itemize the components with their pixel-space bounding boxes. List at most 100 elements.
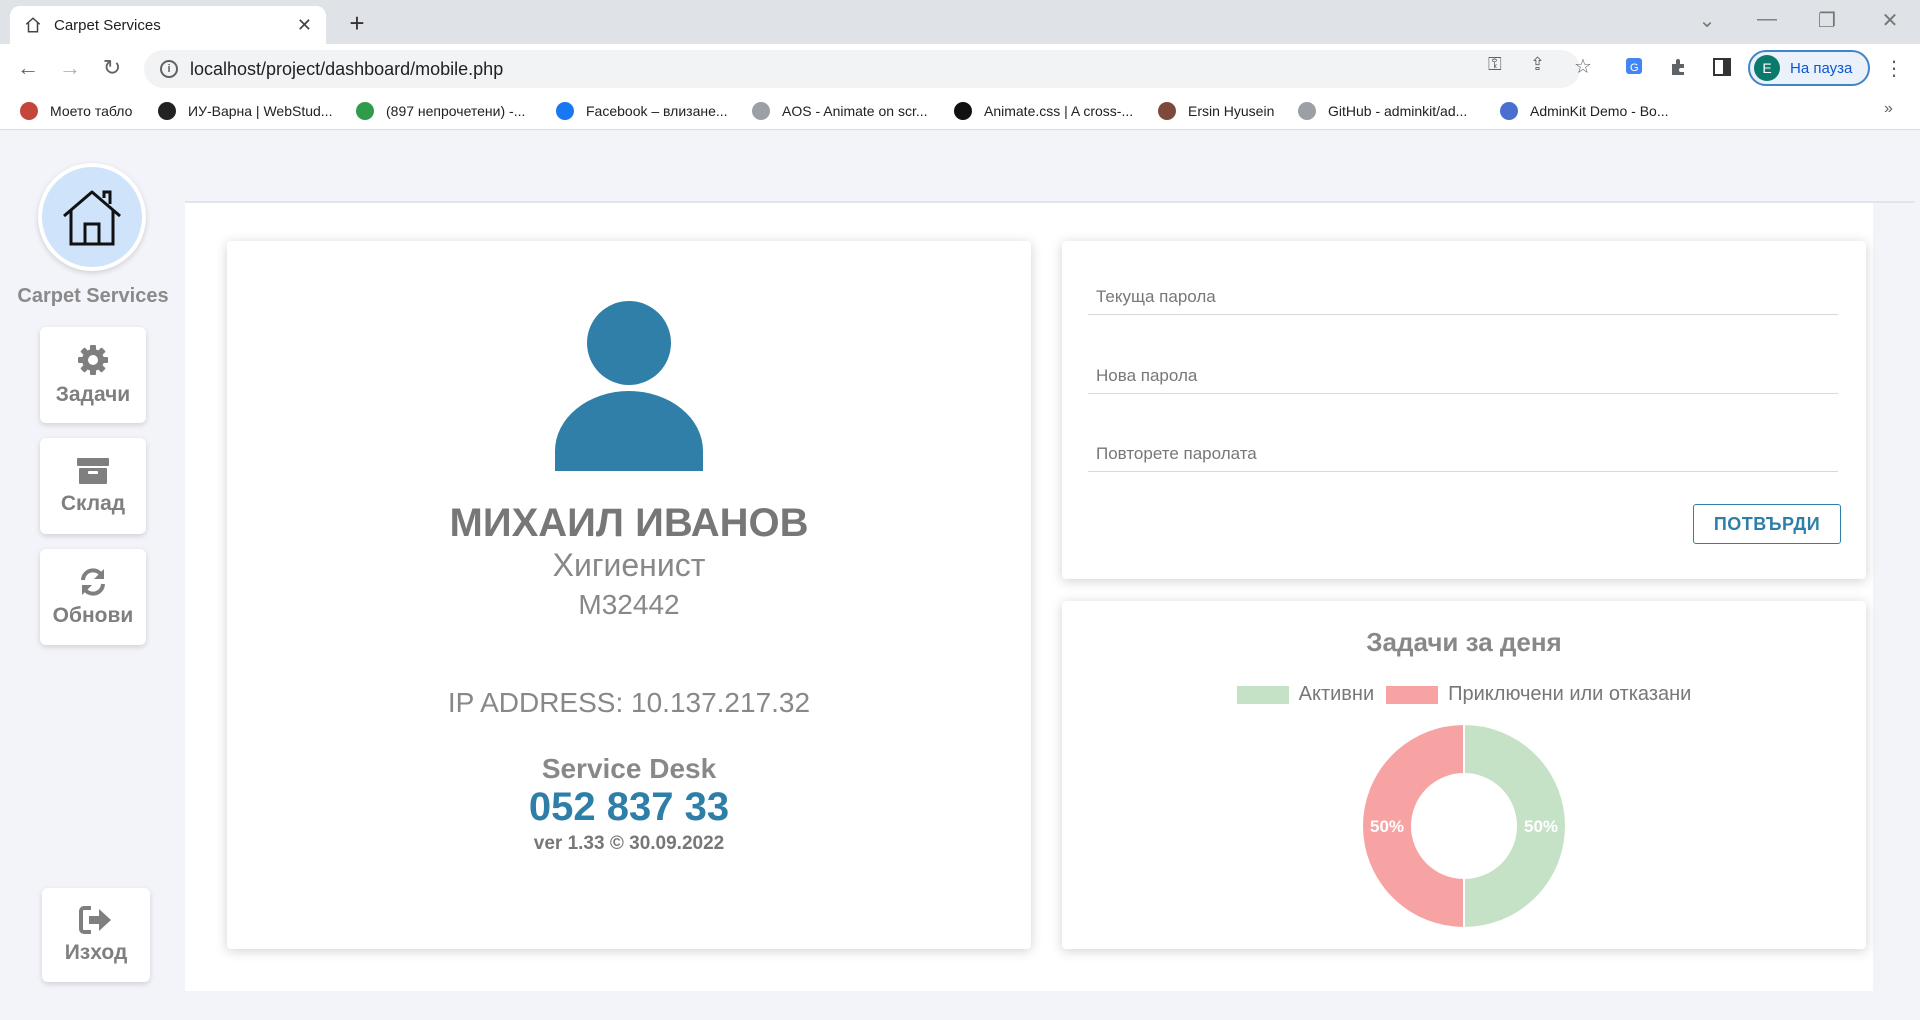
bookmark-item[interactable]: AdminKit Demo - Bo... — [1500, 100, 1669, 122]
password-change-card: ПОТВЪРДИ — [1062, 241, 1866, 579]
bookmark-label: Ersin Hyusein — [1188, 103, 1275, 119]
tab-search-icon[interactable]: ⌄ — [1692, 8, 1722, 33]
share-icon[interactable]: ⇪ — [1530, 54, 1545, 75]
tab-title: Carpet Services — [54, 16, 161, 34]
bookmark-item[interactable]: GitHub - adminkit/ad... — [1298, 100, 1467, 122]
sidebar-item-label: Задачи — [55, 383, 131, 406]
reload-icon[interactable]: ↻ — [98, 54, 126, 82]
forward-icon[interactable]: → — [56, 54, 84, 82]
bookmark-label: ИУ-Варна | WebStud... — [188, 103, 333, 119]
bookmark-icon — [556, 102, 574, 120]
logout-button[interactable]: Изход — [42, 888, 150, 982]
bookmark-icon — [1298, 102, 1316, 120]
gear-icon — [78, 345, 108, 375]
back-icon[interactable]: ← — [14, 54, 42, 82]
sidebar: Carpet Services Задачи Склад Обнови Изхо… — [0, 131, 186, 1020]
house-icon — [63, 190, 121, 246]
bookmark-label: (897 непрочетени) -... — [386, 103, 526, 119]
info-icon[interactable]: i — [160, 60, 178, 78]
version-text: ver 1.33 © 30.09.2022 — [533, 833, 725, 854]
menu-icon[interactable]: ⋮ — [1884, 56, 1904, 81]
home-logo[interactable] — [38, 163, 146, 271]
svg-text:G: G — [1630, 62, 1639, 74]
bookmark-item[interactable]: AOS - Animate on scr... — [752, 100, 928, 122]
donut-chart: 50% 50% — [1361, 722, 1567, 930]
sidebar-item-refresh[interactable]: Обнови — [40, 549, 146, 645]
bookmark-icon — [752, 102, 770, 120]
slice-label: 50% — [1370, 817, 1404, 836]
star-icon[interactable]: ☆ — [1574, 54, 1592, 79]
current-password-input[interactable] — [1088, 265, 1838, 314]
bookmark-label: Facebook – влизане... — [586, 103, 728, 119]
close-icon[interactable]: ✕ — [297, 15, 312, 36]
bookmark-icon — [356, 102, 374, 120]
slice-label: 50% — [1524, 817, 1558, 836]
bookmark-item[interactable]: Animate.css | A cross-... — [954, 100, 1133, 122]
repeat-password-field — [1088, 422, 1838, 472]
bookmark-icon — [1158, 102, 1176, 120]
bookmark-icon — [158, 102, 176, 120]
key-icon[interactable]: ⚿ — [1488, 54, 1502, 75]
bookmark-icon — [20, 102, 38, 120]
browser-tabstrip: Carpet Services ✕ + ⌄ — ❐ ✕ — [0, 0, 1920, 44]
bookmark-item[interactable]: (897 непрочетени) -... — [356, 100, 525, 122]
profile-avatar: E — [1754, 55, 1780, 81]
legend-swatch — [1236, 685, 1289, 704]
confirm-button[interactable]: ПОТВЪРДИ — [1693, 504, 1841, 544]
legend-label: Приключени или отказани — [1448, 683, 1692, 705]
service-desk-phone[interactable]: 052 837 33 — [227, 785, 1031, 830]
archive-icon — [77, 458, 109, 484]
browser-toolbar: ← → ↻ i localhost/project/dashboard/mobi… — [0, 44, 1920, 92]
sidebar-item-tasks[interactable]: Задачи — [40, 327, 146, 423]
minimize-icon[interactable]: — — [1752, 8, 1782, 31]
chart-legend: Активни Приключени или отказани — [1062, 683, 1866, 706]
bookmarks-bar: Моето табло ИУ-Варна | WebStud... (897 н… — [0, 92, 1920, 130]
tasks-chart-card: Задачи за деня Активни Приключени или от… — [1062, 601, 1866, 949]
address-bar[interactable]: i localhost/project/dashboard/mobile.php — [144, 50, 1580, 88]
profile-label: На пауза — [1790, 59, 1853, 77]
repeat-password-input[interactable] — [1088, 422, 1838, 471]
bookmark-label: AOS - Animate on scr... — [782, 103, 928, 119]
new-password-input[interactable] — [1088, 344, 1838, 393]
more-bookmarks-icon[interactable]: » — [1884, 100, 1893, 118]
restore-icon[interactable]: ❐ — [1812, 8, 1842, 33]
service-desk-title: Service Desk — [541, 753, 717, 784]
bookmark-label: AdminKit Demo - Bo... — [1530, 103, 1669, 119]
profile-button[interactable]: E На пауза — [1748, 50, 1870, 86]
chart-title: Задачи за деня — [1366, 627, 1562, 657]
brand-name: Carpet Services — [17, 285, 169, 307]
user-role: Хигиенист — [552, 547, 706, 583]
home-icon — [25, 17, 41, 33]
bookmark-item[interactable]: ИУ-Варна | WebStud... — [158, 100, 332, 122]
side-panel-icon[interactable] — [1711, 56, 1733, 78]
sidebar-item-warehouse[interactable]: Склад — [40, 438, 146, 534]
bookmark-label: GitHub - adminkit/ad... — [1328, 103, 1468, 119]
new-tab-button[interactable]: + — [340, 6, 374, 40]
profile-card: МИХАИЛ ИВАНОВ Хигиенист М32442 IP ADDRES… — [227, 241, 1031, 949]
sign-out-icon — [79, 906, 111, 934]
sidebar-item-label: Обнови — [52, 604, 134, 627]
user-id: М32442 — [578, 589, 680, 620]
legend-item-active[interactable]: Активни — [1236, 683, 1374, 706]
translate-icon[interactable]: G — [1624, 56, 1646, 78]
user-avatar-icon — [555, 301, 703, 471]
legend-swatch — [1386, 685, 1439, 704]
bookmark-icon — [1500, 102, 1518, 120]
bookmark-label: Моето табло — [50, 103, 133, 119]
bookmark-label: Animate.css | A cross-... — [984, 103, 1134, 119]
sidebar-item-label: Склад — [60, 492, 126, 515]
user-name: МИХАИЛ ИВАНОВ — [449, 501, 809, 545]
refresh-icon — [81, 568, 105, 596]
browser-tab[interactable]: Carpet Services ✕ — [10, 6, 326, 44]
legend-item-closed[interactable]: Приключени или отказани — [1386, 683, 1691, 706]
url-text: localhost/project/dashboard/mobile.php — [190, 58, 504, 79]
bookmark-item[interactable]: Ersin Hyusein — [1158, 100, 1274, 122]
window-close-icon[interactable]: ✕ — [1875, 8, 1905, 33]
bookmark-item[interactable]: Моето табло — [20, 100, 132, 122]
new-password-field — [1088, 344, 1838, 394]
logout-label: Изход — [64, 941, 128, 964]
extensions-icon[interactable] — [1668, 56, 1690, 78]
ip-address: IP ADDRESS: 10.137.217.32 — [447, 687, 811, 718]
bookmark-item[interactable]: Facebook – влизане... — [556, 100, 728, 122]
bookmark-icon — [954, 102, 972, 120]
